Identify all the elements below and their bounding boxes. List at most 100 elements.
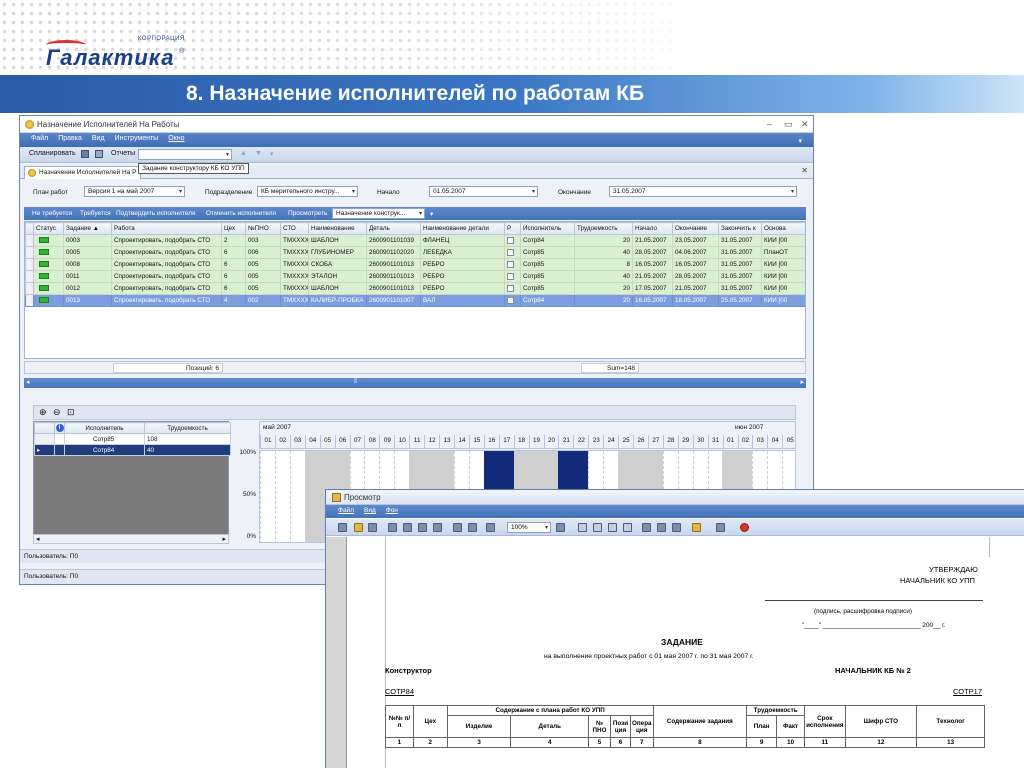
scroll-right-icon[interactable]: ▸ [800,378,804,386]
prev-page-icon[interactable] [593,523,602,532]
grid-cell[interactable]: 005 [245,270,281,283]
quick-print-icon[interactable] [418,523,427,532]
grid-cell[interactable]: 005 [245,258,281,271]
status-indicator-icon[interactable] [33,294,64,307]
grid-cell[interactable]: Сотр85 [520,246,575,259]
grid-cell[interactable]: КИИ [00 [761,234,805,247]
grid-cell[interactable]: 21.05.2007 [632,234,673,247]
r-checkbox[interactable] [504,282,521,295]
cancel-executor-button[interactable]: Отменить исполнителя [206,210,276,217]
save-icon[interactable] [81,150,89,158]
grid-cell[interactable]: РЕБРО [420,270,505,283]
resource-row[interactable]: Сотр85 108 [34,433,231,445]
resource-labor[interactable]: 40 [144,444,231,456]
grid-cell[interactable]: 005 [245,282,281,295]
plan-select[interactable]: Версия 1 на май 2007 ▾ [84,186,185,197]
resource-labor[interactable]: 108 [144,433,231,445]
grid-cell[interactable]: 0008 [63,258,112,271]
grid-cell[interactable]: 2600901101013 [366,282,421,295]
grid-cell[interactable]: 2600901101013 [366,270,421,283]
down-arrow-icon[interactable]: ▼ [255,150,262,157]
grid-cell[interactable]: Спроектировать, подобрать СТО [111,270,222,283]
view-button[interactable]: Просмотреть [288,210,327,217]
color-icon[interactable] [657,523,666,532]
grid-cell[interactable]: 21.05.2007 [672,282,719,295]
r-checkbox[interactable] [504,294,521,307]
grid-col-header[interactable]: Основа [761,222,805,235]
view-combo[interactable]: Назначение конструк... ▾ [332,208,425,219]
status-indicator-icon[interactable] [33,234,64,247]
grid-cell[interactable]: 21.05.2007 [632,270,673,283]
zoom-in-icon[interactable]: ⊕ [39,407,47,418]
grid-col-header[interactable]: СТО [280,222,309,235]
grid-cell[interactable]: ТМXXXX [280,234,309,247]
reports-button[interactable]: Отчеты [111,150,135,157]
grid-cell[interactable]: ШАБЛОН [308,234,367,247]
grid-row[interactable]: 0005 Спроектировать, подобрать СТО 6 006 ТМX… [25,246,805,259]
grid-cell[interactable]: 17.05.2007 [632,282,673,295]
grid-cell[interactable]: 31.05.2007 [718,246,762,259]
menu-edit[interactable]: Правка [53,133,87,142]
grid-cell[interactable]: 31.05.2007 [718,234,762,247]
grid-cell[interactable]: Сотр85 [520,282,575,295]
grid-cell[interactable]: 16.05.2007 [672,258,719,271]
status-indicator-icon[interactable] [33,270,64,283]
grid-cell[interactable]: 6 [221,246,246,259]
grid-cell[interactable]: Спроектировать, подобрать СТО [111,294,222,307]
grid-cell[interactable]: 0005 [63,246,112,259]
zoom-fit-icon[interactable]: ⊡ [67,407,75,418]
menubar-arrow-icon[interactable]: ▾ [793,135,807,145]
menu-window[interactable]: Окно [163,133,189,142]
grid-cell[interactable]: 2600901101007 [366,294,421,307]
start-date-select[interactable]: 01.05.2007 ▾ [429,186,538,197]
grid-col-header[interactable]: Статус [33,222,64,235]
grid-cell[interactable]: 23.05.2007 [672,234,719,247]
grid-row[interactable]: 0011 Спроектировать, подобрать СТО 6 005 ТМX… [25,270,805,283]
grid-cell[interactable]: ЭТАЛОН [308,270,367,283]
grid-row[interactable]: 0012 Спроектировать, подобрать СТО 6 005 ТМX… [25,282,805,295]
send-email-icon[interactable] [716,523,725,532]
grid-row[interactable]: 0008 Спроектировать, подобрать СТО 6 005 ТМX… [25,258,805,271]
grid-col-header[interactable]: Цех [221,222,246,235]
grid-cell[interactable]: КИИ [00 [761,258,805,271]
page-setup-icon[interactable] [388,523,397,532]
grid-cell[interactable]: 6 [221,270,246,283]
grid-cell[interactable]: 25.05.2007 [718,294,762,307]
grid-cell[interactable]: Спроектировать, подобрать СТО [111,258,222,271]
toolbar-more-icon[interactable]: ▾ [270,150,274,158]
grid-cell[interactable]: 0013 [63,294,112,307]
grid-cell[interactable]: ТМXXXX [280,282,309,295]
magnifier-icon[interactable] [468,523,477,532]
grid-cell[interactable]: СКОБА [308,258,367,271]
grid-cell[interactable]: ТМXXXX [280,294,309,307]
zoom-select[interactable]: 100% ▾ [507,522,551,533]
scroll-thumb-grip-icon[interactable]: ⦀ [354,378,357,386]
required-button[interactable]: Требуется [80,210,111,217]
row-indicator[interactable] [25,282,34,295]
grid-col-header[interactable]: Окончание [672,222,719,235]
resource-row[interactable]: ▸ Сотр84 40 [34,444,231,456]
grid-cell[interactable]: 20 [574,294,633,307]
grid-cell[interactable]: Сотр85 [520,258,575,271]
grid-cell[interactable]: РЕБРО [420,258,505,271]
grid-cell[interactable]: 6 [221,258,246,271]
grid-hscrollbar[interactable]: ◂ ⦀ ▸ [24,378,806,388]
grid-cell[interactable]: 31.05.2007 [718,282,762,295]
grid-cell[interactable]: Сотр84 [520,294,575,307]
grid-cell[interactable]: 31.05.2007 [718,258,762,271]
menu-file[interactable]: Файл [26,133,53,142]
status-indicator-icon[interactable] [33,258,64,271]
zoom-in-icon[interactable] [556,523,565,532]
row-indicator[interactable] [25,258,34,271]
r-checkbox[interactable] [504,234,521,247]
export-doc-icon[interactable] [692,523,701,532]
checkbox-icon[interactable] [507,284,514,292]
executor-column-header[interactable]: Исполнитель [64,422,145,434]
grid-cell[interactable]: КИИ [00 [761,282,805,295]
grid-cell[interactable]: ШАБЛОН [308,282,367,295]
up-arrow-icon[interactable]: ▲ [240,150,247,157]
resource-executor[interactable]: Сотр85 [64,433,145,445]
grid-cell[interactable]: ТМXXXX [280,246,309,259]
multipage-icon[interactable] [642,523,651,532]
grid-cell[interactable]: ТМXXXX [280,258,309,271]
